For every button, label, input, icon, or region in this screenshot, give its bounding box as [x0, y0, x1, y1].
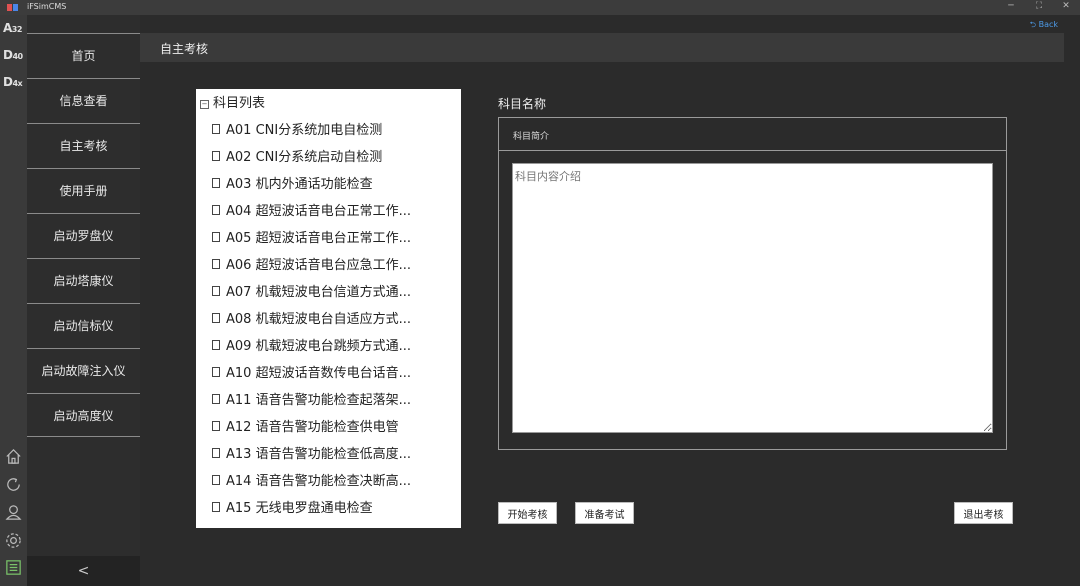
user-icon[interactable]: [4, 503, 23, 522]
document-icon: [212, 124, 220, 134]
menu-item-beacon[interactable]: 启动信标仪: [27, 303, 140, 347]
list-menu-icon[interactable]: [4, 558, 23, 577]
subject-intro-header: 科目简介: [499, 118, 1006, 151]
nav-menu: 首页 信息查看 自主考核 使用手册 启动罗盘仪 启动塔康仪 启动信标仪 启动故障…: [27, 15, 140, 586]
rail-tab-d40[interactable]: D40: [3, 48, 23, 62]
tree-item[interactable]: A06 超短波话音电台应急工作...: [212, 254, 411, 281]
tree-item[interactable]: A08 机载短波电台自适应方式...: [212, 308, 411, 335]
back-label: Back: [1038, 20, 1058, 29]
rail-tab-d4x[interactable]: D4x: [3, 75, 23, 89]
document-icon: [212, 286, 220, 296]
document-icon: [212, 178, 220, 188]
tree-root[interactable]: − 科目列表: [200, 92, 265, 111]
document-icon: [212, 475, 220, 485]
minimize-icon[interactable]: ─: [1003, 1, 1019, 11]
tree-item[interactable]: A03 机内外通话功能检查: [212, 173, 373, 200]
document-icon: [212, 394, 220, 404]
tree-item[interactable]: A09 机载短波电台跳频方式通...: [212, 335, 411, 362]
tree-item[interactable]: A10 超短波话音数传电台话音...: [212, 362, 411, 389]
subject-name-label: 科目名称: [498, 97, 547, 111]
app-logo-icon: [7, 4, 18, 11]
home-icon[interactable]: [4, 447, 23, 466]
tree-item[interactable]: A07 机载短波电台信道方式通...: [212, 281, 411, 308]
tree-item[interactable]: A14 语音告警功能检查决断高...: [212, 470, 411, 497]
document-icon: [212, 259, 220, 269]
menu-item-home[interactable]: 首页: [27, 33, 140, 77]
app-title: iFSimCMS: [27, 2, 67, 11]
menu-item-fault-injection[interactable]: 启动故障注入仪: [27, 348, 140, 392]
menu-item-manual[interactable]: 使用手册: [27, 168, 140, 212]
document-icon: [212, 421, 220, 431]
start-assessment-button[interactable]: 开始考核: [498, 502, 557, 524]
document-icon: [212, 448, 220, 458]
back-link[interactable]: ⮌ Back: [1030, 19, 1058, 33]
refresh-icon[interactable]: [4, 475, 23, 494]
subject-content-textarea[interactable]: [512, 163, 993, 433]
page-header: 自主考核: [140, 33, 1064, 62]
close-icon[interactable]: ✕: [1058, 1, 1074, 11]
subject-intro-label: 科目简介: [513, 132, 550, 142]
title-bar: iFSimCMS ─ ⛶ ✕: [0, 0, 1080, 15]
subject-tree[interactable]: − 科目列表 A01 CNI分系统加电自检测 A02 CNI分系统启动自检测 A0…: [196, 89, 461, 528]
document-icon: [212, 340, 220, 350]
rail-tab-a32[interactable]: A32: [3, 21, 22, 35]
exit-assessment-button[interactable]: 退出考核: [954, 502, 1013, 524]
tree-item[interactable]: A01 CNI分系统加电自检测: [212, 119, 382, 146]
side-rail: A32 D40 D4x: [0, 15, 27, 586]
tree-item[interactable]: A02 CNI分系统启动自检测: [212, 146, 382, 173]
tree-item[interactable]: A12 语音告警功能检查供电管: [212, 416, 399, 443]
tree-item[interactable]: A15 无线电罗盘通电检查: [212, 497, 373, 524]
maximize-icon[interactable]: ⛶: [1031, 1, 1047, 11]
settings-gear-icon[interactable]: [4, 531, 23, 550]
document-icon: [212, 313, 220, 323]
document-icon: [212, 205, 220, 215]
tree-item[interactable]: A11 语音告警功能检查起落架...: [212, 389, 411, 416]
menu-item-self-assessment[interactable]: 自主考核: [27, 123, 140, 167]
collapse-menu-button[interactable]: <: [27, 556, 140, 586]
prepare-exam-button[interactable]: 准备考试: [575, 502, 634, 524]
collapse-toggle-icon[interactable]: −: [200, 100, 209, 109]
tree-root-label: 科目列表: [213, 96, 266, 111]
document-icon: [212, 232, 220, 242]
tree-item[interactable]: A13 语音告警功能检查低高度...: [212, 443, 411, 470]
document-icon: [212, 151, 220, 161]
document-icon: [212, 502, 220, 512]
tree-item[interactable]: A05 超短波话音电台正常工作...: [212, 227, 411, 254]
document-icon: [212, 367, 220, 377]
menu-item-altimeter[interactable]: 启动高度仪: [27, 393, 140, 437]
page-title: 自主考核: [160, 42, 209, 56]
tree-item[interactable]: A04 超短波话音电台正常工作...: [212, 200, 411, 227]
menu-item-compass[interactable]: 启动罗盘仪: [27, 213, 140, 257]
menu-item-info-view[interactable]: 信息查看: [27, 78, 140, 122]
menu-item-tacan[interactable]: 启动塔康仪: [27, 258, 140, 302]
